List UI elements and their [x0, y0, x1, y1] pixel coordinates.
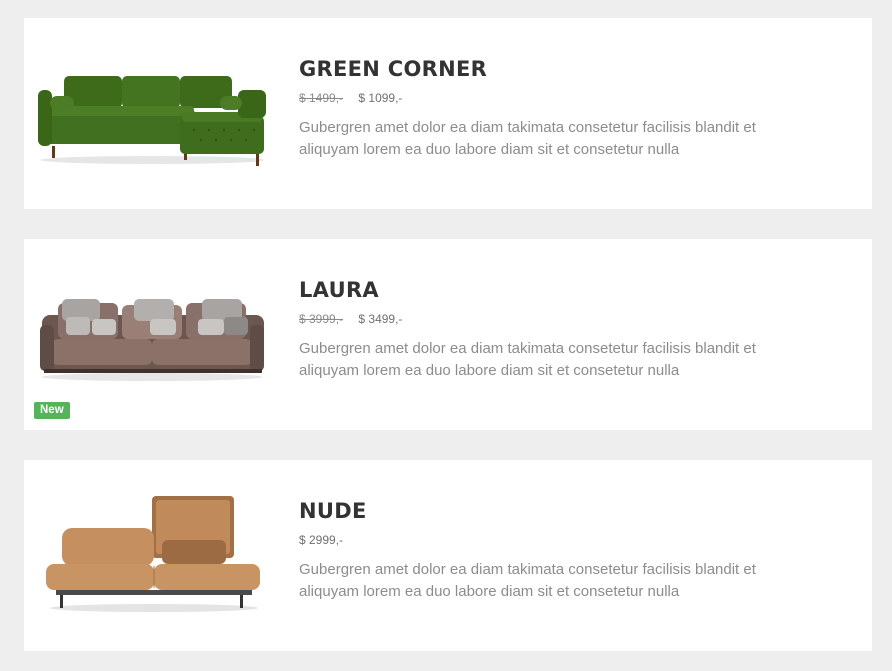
product-name[interactable]: GREEN CORNER	[299, 56, 819, 82]
product-image-nude-sofa[interactable]	[34, 490, 270, 620]
product-card[interactable]: GREEN CORNER $ 1499,- $ 1099,- Gubergren…	[24, 18, 872, 209]
current-price: $ 3499,-	[358, 312, 403, 326]
product-name[interactable]: NUDE	[299, 498, 819, 524]
old-price: $ 1499,-	[299, 91, 344, 105]
old-price: $ 3999,-	[299, 312, 344, 326]
product-image-laura-sofa[interactable]	[34, 269, 270, 399]
product-description: Gubergren amet dolor ea diam takimata co…	[299, 561, 756, 600]
price-row: $ 1499,- $ 1099,-	[299, 90, 819, 106]
product-card[interactable]: NUDE $ 2999,- Gubergren amet dolor ea di…	[24, 460, 872, 651]
current-price: $ 2999,-	[299, 533, 344, 547]
product-info: NUDE $ 2999,- Gubergren amet dolor ea di…	[299, 498, 819, 603]
price-row: $ 2999,-	[299, 532, 819, 548]
price-row: $ 3999,- $ 3499,-	[299, 311, 819, 327]
product-name[interactable]: LAURA	[299, 277, 819, 303]
product-description: Gubergren amet dolor ea diam takimata co…	[299, 119, 756, 158]
product-card[interactable]: LAURA $ 3999,- $ 3499,- Gubergren amet d…	[24, 239, 872, 430]
product-info: GREEN CORNER $ 1499,- $ 1099,- Gubergren…	[299, 56, 819, 161]
new-badge: New	[34, 402, 70, 419]
product-info: LAURA $ 3999,- $ 3499,- Gubergren amet d…	[299, 277, 819, 382]
product-image-green-corner-sofa[interactable]	[34, 48, 270, 178]
current-price: $ 1099,-	[358, 91, 403, 105]
product-description: Gubergren amet dolor ea diam takimata co…	[299, 340, 756, 379]
product-list: GREEN CORNER $ 1499,- $ 1099,- Gubergren…	[0, 0, 892, 671]
